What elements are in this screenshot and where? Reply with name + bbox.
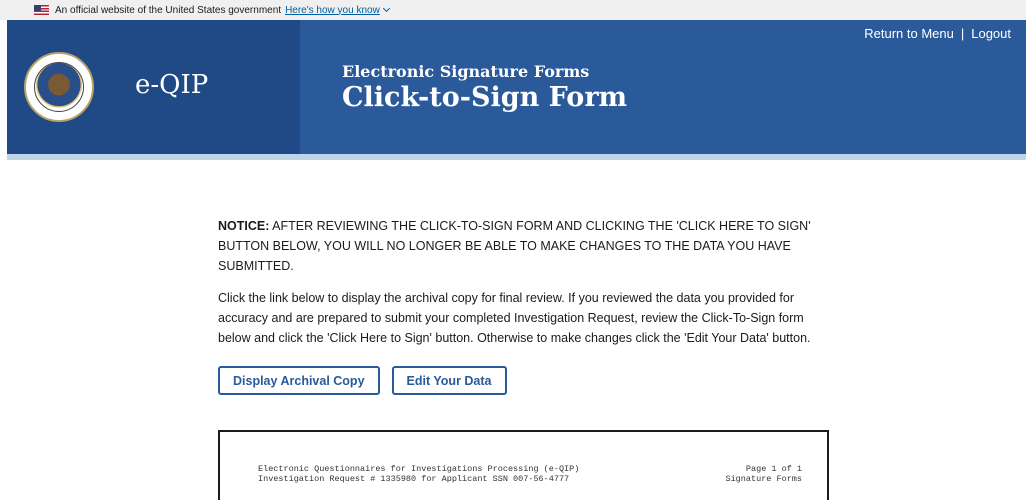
header-nav: Return to Menu | Logout	[864, 26, 1011, 41]
logout-link[interactable]: Logout	[971, 26, 1011, 41]
chevron-down-icon	[382, 4, 390, 13]
gov-banner: An official website of the United States…	[0, 0, 1026, 20]
heres-how-you-know-label: Here's how you know	[285, 4, 380, 16]
click-to-sign-form-preview[interactable]: Electronic Questionnaires for Investigat…	[218, 430, 829, 500]
form-type-label: Signature Forms	[725, 474, 802, 484]
us-flag-icon	[34, 5, 49, 15]
edit-your-data-button[interactable]: Edit Your Data	[391, 366, 507, 395]
form-preview-header-left: Electronic Questionnaires for Investigat…	[258, 464, 579, 484]
site-header: e-QIP Electronic Signature Forms Click-t…	[7, 20, 1026, 154]
return-to-menu-link[interactable]: Return to Menu	[864, 26, 954, 41]
main-content: NOTICE: AFTER REVIEWING THE CLICK-TO-SIG…	[218, 216, 838, 395]
opm-seal-logo	[24, 52, 94, 122]
seal-eagle-icon	[34, 62, 84, 112]
instructions-paragraph: Click the link below to display the arch…	[218, 291, 811, 345]
form-request-line: Investigation Request # 1335980 for Appl…	[258, 474, 570, 484]
form-page-number: Page 1 of 1	[745, 464, 802, 474]
form-preview-header: Electronic Questionnaires for Investigat…	[258, 464, 802, 484]
header-titles: Electronic Signature Forms Click-to-Sign…	[342, 62, 627, 114]
action-buttons: Display Archival Copy Edit Your Data	[218, 366, 838, 395]
form-system-title: Electronic Questionnaires for Investigat…	[258, 464, 580, 474]
header-brand-panel: e-QIP	[7, 20, 300, 154]
header-stripe	[7, 154, 1026, 160]
form-preview-header-right: Page 1 of 1 Signature Forms	[725, 464, 802, 484]
heres-how-you-know-link[interactable]: Here's how you know	[285, 4, 390, 16]
notice-label: NOTICE:	[218, 219, 270, 233]
page-subtitle: Electronic Signature Forms	[342, 62, 590, 81]
nav-separator: |	[960, 26, 965, 41]
notice-paragraph: NOTICE: AFTER REVIEWING THE CLICK-TO-SIG…	[218, 216, 838, 276]
gov-banner-text: An official website of the United States…	[55, 4, 282, 16]
notice-text: AFTER REVIEWING THE CLICK-TO-SIGN FORM A…	[218, 219, 811, 273]
brand-name: e-QIP	[135, 70, 209, 100]
page-title: Click-to-Sign Form	[342, 82, 628, 113]
display-archival-copy-button[interactable]: Display Archival Copy	[218, 366, 380, 395]
